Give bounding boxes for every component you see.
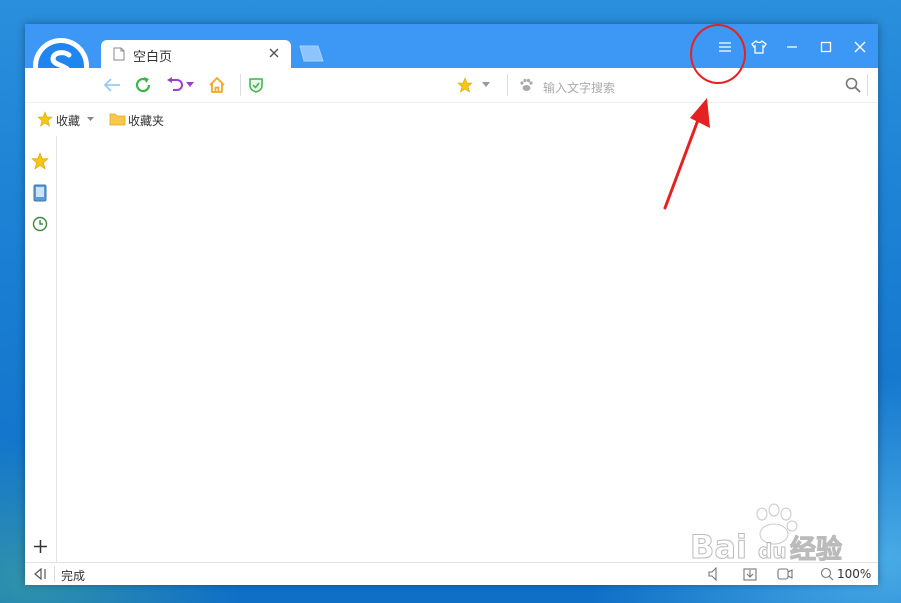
search-button[interactable]	[842, 75, 864, 95]
search-icon	[845, 77, 861, 93]
home-icon	[209, 77, 225, 93]
navigation-bar: 输入文字搜索	[25, 68, 878, 102]
plus-icon	[34, 540, 47, 553]
minimize-icon	[787, 46, 797, 48]
folder-icon	[109, 113, 126, 126]
star-icon	[31, 152, 49, 170]
maximize-button[interactable]	[811, 36, 841, 58]
close-window-button[interactable]	[845, 36, 875, 58]
security-button[interactable]	[245, 75, 267, 95]
favorite-dropdown[interactable]	[479, 75, 493, 95]
separator	[54, 566, 55, 582]
annotation-arrow	[663, 98, 710, 210]
sidebar	[25, 136, 57, 562]
star-icon	[457, 77, 473, 93]
sidebar-history[interactable]	[32, 216, 48, 235]
sidebar-favorites[interactable]	[31, 152, 49, 173]
title-bar: 空白页	[25, 24, 878, 68]
undo-icon	[167, 77, 183, 91]
undo-close-button[interactable]	[164, 75, 186, 95]
star-icon	[37, 111, 53, 127]
page-content[interactable]	[57, 136, 878, 562]
undo-dropdown[interactable]	[184, 75, 196, 95]
clock-icon	[32, 216, 48, 232]
favorites-menu[interactable]	[37, 111, 53, 127]
svg-text:du: du	[758, 539, 787, 563]
status-text: 完成	[61, 569, 86, 583]
svg-text:经验: 经验	[790, 534, 842, 565]
bookmarks-bar: 收藏 收藏夹	[25, 102, 878, 137]
separator	[867, 74, 868, 96]
skin-button[interactable]	[744, 36, 774, 58]
baidu-logo: Bai du 经验	[690, 503, 843, 567]
baidu-watermark: Bai du 经验	[690, 500, 860, 570]
search-input[interactable]: 输入文字搜索	[543, 79, 615, 96]
maximize-icon	[820, 41, 832, 53]
svg-text:Bai: Bai	[690, 528, 747, 566]
tab-blank-page[interactable]: 空白页	[101, 40, 291, 68]
chevron-down-icon	[482, 82, 490, 87]
bookmark-folder[interactable]	[109, 112, 126, 126]
back-icon	[103, 78, 120, 92]
separator	[507, 74, 508, 96]
folder-label[interactable]: 收藏夹	[128, 112, 164, 129]
paw-icon	[520, 78, 533, 91]
shield-icon	[249, 78, 263, 93]
sidebar-add[interactable]	[34, 540, 47, 556]
refresh-button[interactable]	[132, 75, 154, 95]
tab-title: 空白页	[133, 50, 173, 65]
new-tab-icon[interactable]	[298, 44, 324, 62]
page-icon	[113, 47, 125, 61]
add-favorite-button[interactable]	[454, 75, 476, 95]
favorites-label[interactable]: 收藏	[56, 112, 80, 129]
panel-toggle-icon[interactable]	[33, 568, 47, 580]
separator	[240, 74, 241, 96]
skin-icon	[751, 40, 767, 54]
search-engine-button[interactable]	[515, 75, 537, 95]
tablet-icon	[33, 184, 47, 202]
sidebar-tablet[interactable]	[33, 184, 47, 205]
chevron-down-icon	[186, 82, 194, 87]
chevron-down-icon[interactable]	[87, 117, 94, 122]
back-button[interactable]	[101, 75, 123, 95]
close-icon[interactable]	[267, 46, 281, 60]
close-icon	[854, 41, 866, 53]
home-button[interactable]	[206, 75, 228, 95]
refresh-icon	[135, 77, 151, 93]
annotation-circle	[690, 24, 746, 84]
minimize-button[interactable]	[777, 36, 807, 58]
